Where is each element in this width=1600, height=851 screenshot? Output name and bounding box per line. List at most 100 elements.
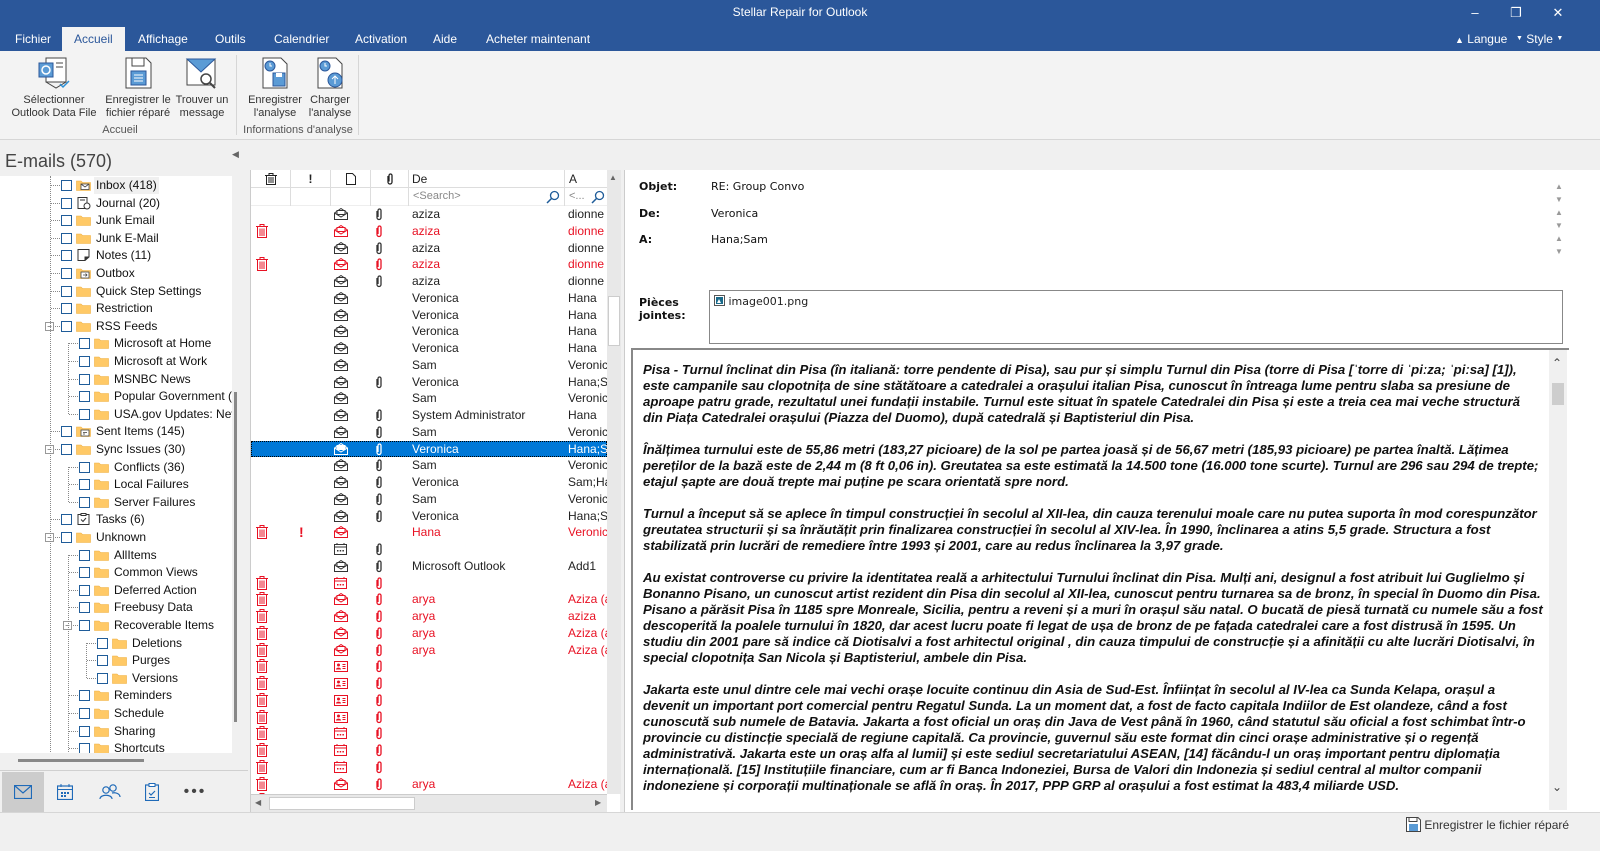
email-list-horizontal-scrollbar[interactable]: ◀ ▶ (251, 794, 607, 812)
folder-checkbox[interactable] (97, 672, 108, 684)
email-row[interactable]: arya Aziza (a: (251, 642, 607, 659)
email-row[interactable]: aziza dionne (251, 223, 607, 240)
folder-checkbox[interactable] (79, 549, 90, 561)
folder-checkbox[interactable] (79, 461, 90, 473)
column-deleted[interactable] (251, 170, 291, 188)
folder-checkbox[interactable] (79, 338, 90, 350)
folder-checkbox[interactable] (79, 567, 90, 579)
folder-checkbox[interactable] (61, 532, 72, 543)
column-type[interactable] (331, 170, 371, 188)
email-row[interactable]: Sam Veronica (251, 424, 607, 441)
tree-vertical-scrollbar[interactable] (234, 392, 237, 722)
column-to[interactable]: A (565, 170, 607, 188)
folder-tasks-6[interactable]: Tasks (6) (0, 511, 232, 528)
folder-checkbox[interactable] (79, 496, 90, 508)
langue-menu[interactable]: ▲ Langue (1455, 27, 1507, 51)
folder-checkbox[interactable] (61, 320, 72, 332)
email-row[interactable]: arya Aziza (a: (251, 776, 607, 793)
folder-sync-issues-30[interactable]: − Sync Issues (30) (0, 441, 232, 458)
collapse-pane-icon[interactable]: ◀ (232, 149, 239, 160)
email-row[interactable] (251, 759, 607, 776)
scroll-right-arrow-icon[interactable]: ▶ (595, 798, 601, 807)
email-row[interactable]: arya aziza (251, 608, 607, 625)
folder-versions[interactable]: Versions (0, 670, 232, 687)
folder-checkbox[interactable] (61, 285, 72, 297)
email-row[interactable]: Veronica Hana;Sa (251, 374, 607, 391)
email-row[interactable] (251, 541, 607, 558)
tab-acheter[interactable]: Acheter maintenant (474, 27, 602, 51)
folder-checkbox[interactable] (79, 620, 90, 631)
scroll-left-arrow-icon[interactable]: ◀ (255, 798, 261, 807)
folder-journal-20[interactable]: Journal (20) (0, 195, 232, 212)
status-save-button[interactable]: Enregistrer le fichier réparé (1406, 817, 1569, 832)
folder-schedule[interactable]: Schedule (0, 705, 232, 722)
folder-usa-gov-updates-nev[interactable]: USA.gov Updates: Nev (0, 406, 232, 423)
tab-affichage[interactable]: Affichage (126, 27, 200, 51)
folder-recoverable-items[interactable]: − Recoverable Items (0, 617, 232, 634)
folder-conflicts-36[interactable]: Conflicts (36) (0, 459, 232, 476)
folder-local-failures[interactable]: Local Failures (0, 476, 232, 493)
folder-checkbox[interactable] (61, 197, 72, 209)
scroll-up-chevron-icon[interactable]: ⌃ (1552, 356, 1562, 370)
folder-checkbox[interactable] (79, 391, 90, 403)
folder-deferred-action[interactable]: Deferred Action (0, 582, 232, 599)
folder-rss-feeds[interactable]: − RSS Feeds (0, 318, 232, 335)
folder-sent-items-145[interactable]: Sent Items (145) (0, 423, 232, 440)
email-row-selected[interactable]: Veronica Hana;Sa (251, 440, 607, 458)
tab-accueil[interactable]: Accueil (62, 27, 125, 52)
tab-aide[interactable]: Aide (421, 27, 469, 51)
email-row[interactable]: aziza dionne (251, 273, 607, 290)
close-button[interactable]: ✕ (1538, 0, 1578, 27)
column-importance[interactable]: ! (291, 170, 331, 188)
column-attachment[interactable] (371, 170, 409, 188)
email-row[interactable]: Veronica Hana (251, 323, 607, 340)
email-row[interactable]: Sam Veronica (251, 390, 607, 407)
email-row[interactable]: Veronica Hana (251, 290, 607, 307)
restore-button[interactable]: ❐ (1496, 0, 1536, 27)
email-row[interactable] (251, 658, 607, 675)
email-row[interactable]: aziza dionne (251, 206, 607, 223)
folder-common-views[interactable]: Common Views (0, 564, 232, 581)
tab-fichier[interactable]: Fichier (3, 27, 63, 51)
nav-mail-button[interactable] (2, 772, 44, 812)
find-message-button[interactable]: Trouver un message (172, 55, 232, 120)
tree-horizontal-scrollbar[interactable] (18, 759, 144, 762)
folder-checkbox[interactable] (61, 232, 72, 244)
email-row[interactable]: Veronica Hana (251, 340, 607, 357)
folder-reminders[interactable]: Reminders (0, 687, 232, 704)
save-scan-button[interactable]: Enregistrer l'analyse (244, 55, 306, 120)
folder-sharing[interactable]: Sharing (0, 723, 232, 740)
folder-checkbox[interactable] (61, 215, 72, 227)
folder-shortcuts[interactable]: Shortcuts (0, 740, 232, 753)
folder-checkbox[interactable] (79, 356, 90, 367)
folder-inbox-418[interactable]: Inbox (418) (0, 177, 232, 194)
folder-checkbox[interactable] (61, 444, 72, 455)
email-row[interactable]: Sam Veronica (251, 357, 607, 374)
folder-checkbox[interactable] (79, 479, 90, 491)
folder-checkbox[interactable] (61, 180, 72, 191)
folder-checkbox[interactable] (97, 655, 108, 667)
folder-allitems[interactable]: AllItems (0, 547, 232, 564)
nav-contacts-button[interactable] (89, 772, 131, 812)
tab-activation[interactable]: Activation (343, 27, 419, 51)
folder-deletions[interactable]: Deletions (0, 635, 232, 652)
email-row[interactable]: arya Aziza (a: (251, 625, 607, 642)
email-list-vertical-scrollbar[interactable]: ▲ (607, 170, 621, 794)
folder-checkbox[interactable] (61, 303, 72, 315)
body-vertical-scrollbar[interactable]: ⌃ ⌄ (1549, 350, 1567, 810)
email-row[interactable]: Veronica Hana;Sa (251, 508, 607, 525)
style-menu[interactable]: ▼ Style ▼ (1516, 27, 1563, 51)
email-row[interactable] (251, 742, 607, 759)
folder-checkbox[interactable] (79, 725, 90, 737)
email-row[interactable]: System Administrator Hana (251, 407, 607, 424)
email-row[interactable]: Veronica Hana (251, 307, 607, 324)
scroll-thumb[interactable] (608, 296, 620, 346)
scroll-down-chevron-icon[interactable]: ⌄ (1552, 780, 1562, 794)
folder-checkbox[interactable] (79, 408, 90, 420)
folder-purges[interactable]: Purges (0, 652, 232, 669)
save-repaired-file-button[interactable]: Enregistrer le fichier réparé (102, 55, 174, 120)
folder-microsoft-at-home[interactable]: Microsoft at Home (0, 335, 232, 352)
from-search-input[interactable]: <Search> (409, 188, 565, 206)
scroll-thumb[interactable] (1552, 383, 1564, 405)
attachment-item[interactable]: image001.png (714, 295, 808, 308)
